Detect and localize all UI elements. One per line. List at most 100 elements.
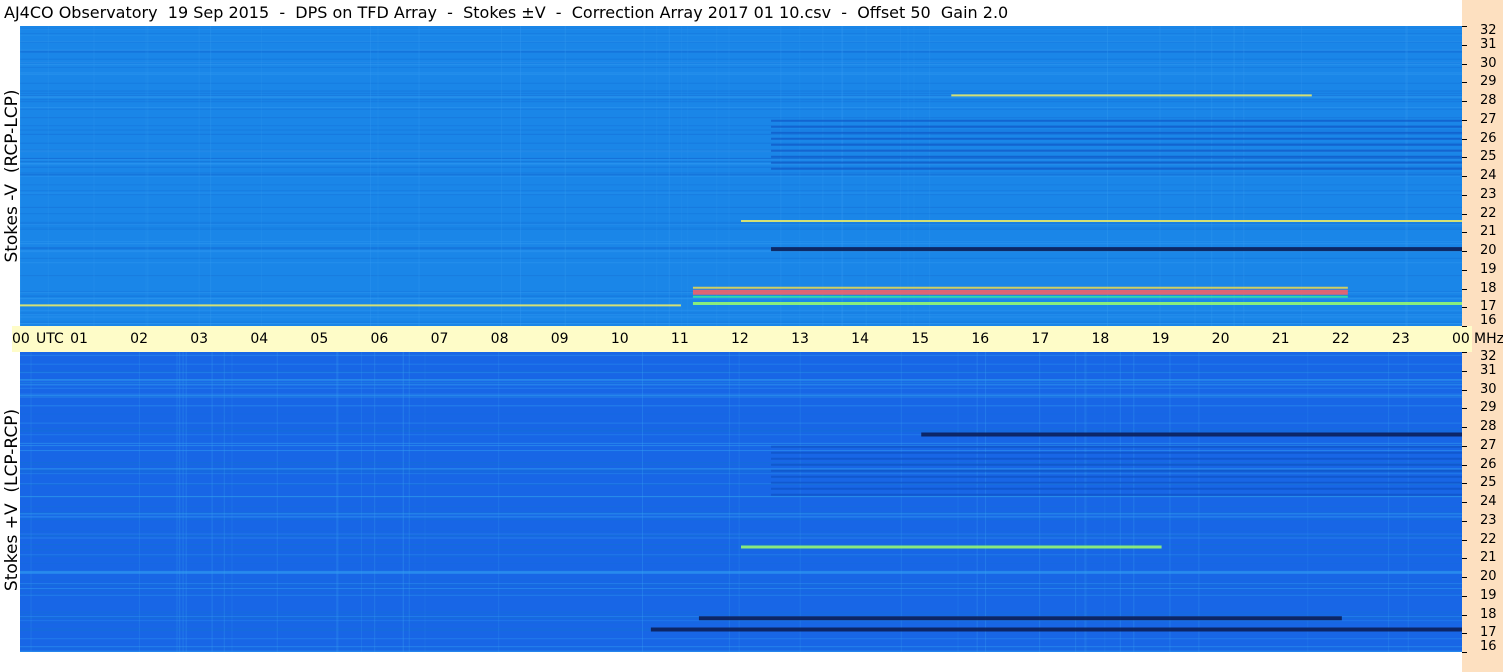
noise-vline [223,352,225,652]
frequency-tick-label: 23 [1480,512,1497,528]
noise-line [20,262,1462,264]
noise-line [20,549,1462,551]
striation-line [771,143,1462,146]
noise-vline [780,26,782,326]
noise-line [20,513,1462,515]
noise-vline [1086,352,1088,652]
noise-line [20,422,1462,424]
noise-vline [687,26,689,326]
noise-vline [176,352,178,652]
frequency-tick-label: 22 [1480,205,1497,221]
noise-vline [1233,26,1235,326]
noise-vline [1169,352,1171,652]
time-tick-label: 08 [490,331,509,347]
noise-line [20,544,1462,546]
noise-line [20,173,1462,175]
noise-vline [1407,352,1409,652]
noise-line [20,312,1462,314]
top-spectrogram-panel [20,26,1462,326]
time-tick-label: 20 [1211,331,1230,347]
noise-vline [276,352,278,652]
noise-vline [20,26,22,326]
frequency-tick-mark [1462,445,1467,447]
frequency-tick-label: 19 [1480,587,1497,603]
frequency-tick-mark [1462,213,1467,215]
noise-line [20,473,1462,475]
frequency-tick-mark [1462,427,1467,428]
noise-line [20,472,1462,474]
frequency-tick-mark [1462,251,1467,252]
noise-vline [1133,352,1135,652]
noise-line [20,572,1462,574]
noise-line [20,647,1462,649]
noise-vline [182,352,184,652]
noise-line [20,620,1462,622]
bottom-panel-ylabel-text: Stokes +V (LCP-RCP) [2,408,22,592]
noise-line [20,316,1462,318]
noise-vline [913,26,915,326]
noise-vline [210,26,212,326]
noise-line [20,370,1462,372]
frequency-tick-mark [1462,483,1467,485]
noise-line [20,107,1462,109]
frequency-tick-label: 20 [1480,569,1497,584]
frequency-tick-mark [1462,288,1467,290]
noise-line [20,294,1462,296]
noise-line [20,387,1462,389]
time-tick-label: 21 [1271,331,1290,347]
noise-vline [1406,26,1408,326]
emission-band-edge [692,295,1348,298]
noise-line [20,159,1462,161]
frequency-tick-label: 28 [1480,419,1497,434]
striation-line [771,475,1462,478]
noise-line [20,584,1462,586]
noise-line [20,530,1462,532]
noise-line [20,158,1462,160]
noise-vline [424,352,426,652]
time-tick-label: 02 [130,331,148,347]
noise-line [20,562,1462,564]
time-tick-label: 00 [1452,331,1470,347]
emission-band [698,616,1342,621]
noise-line [20,34,1462,36]
chart-title: AJ4CO Observatory 19 Sep 2015 - DPS on T… [4,3,1009,22]
striation-line [771,487,1462,490]
frequency-tick-mark [1462,26,1467,27]
noise-vline [520,26,522,326]
frequency-tick-label: 30 [1480,55,1497,71]
noise-vline [418,26,420,326]
noise-line [20,192,1462,194]
noise-line [20,117,1462,119]
frequency-tick-label: 26 [1480,456,1497,472]
noise-line [20,175,1462,177]
noise-line [20,64,1462,66]
noise-line [20,431,1462,433]
frequency-tick-label: 32 [1480,349,1497,364]
noise-line [20,413,1462,415]
frequency-tick-mark [1462,352,1467,353]
noise-vline [656,26,658,326]
noise-line [20,613,1462,615]
noise-vline [641,352,643,652]
noise-line [20,450,1462,452]
frequency-tick-label: 22 [1480,531,1497,547]
frequency-tick-label: 29 [1480,74,1497,90]
noise-vline [1159,26,1161,326]
noise-line [20,194,1462,196]
frequency-tick-label: 28 [1480,93,1497,108]
striation-line [771,463,1462,466]
noise-vline [408,352,410,652]
emission-band [741,220,1462,222]
frequency-tick-mark [1462,633,1467,635]
noise-line [20,133,1462,135]
noise-line [20,396,1462,398]
noise-line [20,646,1462,648]
striation-line [771,137,1462,140]
noise-line [20,533,1462,535]
time-tick-label: 03 [190,331,209,347]
noise-line [20,92,1462,94]
time-tick-label: 04 [250,331,269,347]
frequency-tick-mark [1462,101,1467,102]
frequency-tick-label: 21 [1480,224,1497,240]
noise-line [20,519,1462,521]
